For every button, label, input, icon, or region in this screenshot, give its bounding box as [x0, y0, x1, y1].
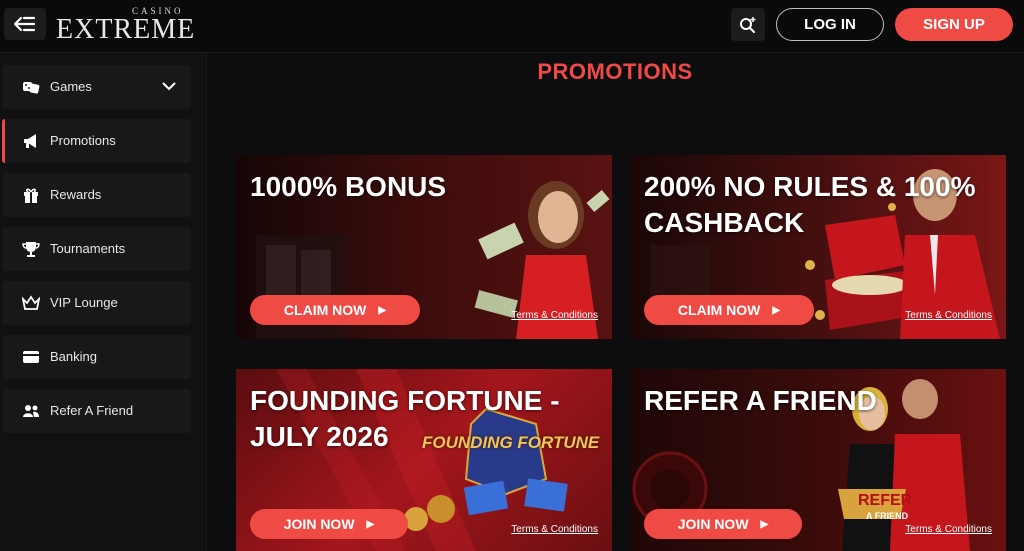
menu-toggle-button[interactable]: [4, 8, 46, 40]
promo-card-title: REFER A FRIEND: [644, 385, 877, 416]
sidebar-item-banking[interactable]: Banking: [2, 335, 191, 379]
casino-extreme-logo[interactable]: CASINO EXTREME: [56, 6, 196, 46]
join-now-button[interactable]: JOIN NOW ▶: [250, 509, 408, 539]
sidebar-item-label: VIP Lounge: [50, 295, 118, 310]
sidebar-item-label: Promotions: [50, 133, 116, 148]
claim-button-label: CLAIM NOW: [677, 302, 761, 318]
search-icon: [740, 16, 756, 33]
gift-icon: [24, 188, 38, 203]
join-button-label: JOIN NOW: [283, 516, 355, 532]
claim-button-label: CLAIM NOW: [283, 302, 367, 318]
sidebar-item-tournaments[interactable]: Tournaments: [2, 227, 191, 271]
terms-link[interactable]: Terms & Conditions: [511, 524, 598, 535]
sidebar-item-games[interactable]: Games: [2, 65, 191, 109]
login-button[interactable]: LOG IN: [776, 8, 884, 41]
join-now-button[interactable]: JOIN NOW ▶: [644, 509, 802, 539]
signup-button[interactable]: SIGN UP: [895, 8, 1013, 41]
dice-icon: [23, 82, 40, 94]
promo-card-1000-bonus[interactable]: 1000% BONUS CLAIM NOW ▶ Terms & Conditio…: [236, 155, 612, 339]
sidebar-item-refer-a-friend[interactable]: Refer A Friend: [2, 389, 191, 433]
sidebar-item-label: Rewards: [50, 187, 102, 202]
credit-card-icon: [23, 351, 39, 363]
sidebar-item-label: Refer A Friend: [50, 403, 134, 418]
top-header: CASINO EXTREME LOG IN SIGN UP: [0, 0, 1024, 53]
promo-card-title: FOUNDING FORTUNE - JULY 2026: [250, 385, 560, 452]
megaphone-icon: [24, 134, 36, 148]
sidebar-item-label: Banking: [50, 349, 97, 364]
play-arrow-icon: ▶: [378, 304, 387, 316]
promo-card-title: 200% NO RULES & 100% CASHBACK: [644, 171, 976, 238]
terms-link[interactable]: Terms & Conditions: [905, 524, 992, 535]
trophy-icon: [22, 242, 40, 257]
promo-card-refer-a-friend[interactable]: REFER A FRIEND REFER A FRIEND JOIN NOW ▶…: [630, 369, 1006, 551]
promo-card-no-rules-cashback[interactable]: 200% NO RULES & 100% CASHBACK CLAIM NOW …: [630, 155, 1006, 339]
play-arrow-icon: ▶: [366, 518, 375, 530]
sidebar-item-rewards[interactable]: Rewards: [2, 173, 191, 217]
search-button[interactable]: [731, 8, 765, 41]
claim-now-button[interactable]: CLAIM NOW ▶: [250, 295, 420, 325]
promo-card-founding-fortune[interactable]: FOUNDING FORTUNE FOUNDING FORTUNE - JULY…: [236, 369, 612, 551]
sidebar-item-label: Games: [50, 79, 92, 94]
refer-badge-text-2: A FRIEND: [866, 511, 909, 521]
menu-collapse-icon: [14, 16, 36, 32]
logo-main-text: EXTREME: [56, 14, 196, 45]
page-title: PROMOTIONS: [537, 59, 693, 84]
promo-card-title: 1000% BONUS: [250, 171, 447, 202]
sidebar-item-promotions[interactable]: Promotions: [2, 119, 191, 163]
terms-link[interactable]: Terms & Conditions: [511, 310, 598, 321]
join-button-label: JOIN NOW: [677, 516, 749, 532]
refer-badge-text-1: REFER: [858, 492, 913, 509]
terms-link[interactable]: Terms & Conditions: [905, 310, 992, 321]
claim-now-button[interactable]: CLAIM NOW ▶: [644, 295, 814, 325]
crown-icon: [22, 295, 40, 310]
chevron-down-icon[interactable]: [161, 78, 177, 94]
play-arrow-icon: ▶: [772, 304, 781, 316]
play-arrow-icon: ▶: [760, 518, 769, 530]
sidebar: Games Promotions Rewards Tournaments VIP…: [0, 53, 207, 551]
users-icon: [23, 405, 39, 417]
sidebar-item-label: Tournaments: [50, 241, 126, 256]
sidebar-item-vip-lounge[interactable]: VIP Lounge: [2, 281, 191, 325]
